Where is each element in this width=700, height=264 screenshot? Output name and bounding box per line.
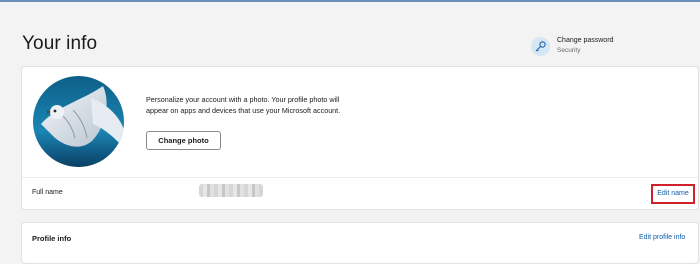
section-divider <box>22 177 698 178</box>
edit-profile-info-link[interactable]: Edit profile info <box>639 234 685 241</box>
edit-name-link[interactable]: Edit name <box>651 184 695 204</box>
photo-description: Personalize your account with a photo. Y… <box>146 95 341 115</box>
change-password-link[interactable]: Change password Security <box>531 34 691 60</box>
change-password-title: Change password <box>557 37 614 44</box>
profile-info-title: Profile info <box>32 234 72 243</box>
key-icon <box>531 37 550 56</box>
change-password-subtitle: Security <box>557 47 581 54</box>
top-accent-line <box>0 0 700 2</box>
profile-photo <box>33 76 124 167</box>
your-info-card: Personalize your account with a photo. Y… <box>21 66 699 210</box>
change-photo-button[interactable]: Change photo <box>146 131 221 150</box>
page-title: Your info <box>22 33 98 54</box>
full-name-value-redacted <box>199 184 263 197</box>
full-name-label: Full name <box>32 189 63 196</box>
